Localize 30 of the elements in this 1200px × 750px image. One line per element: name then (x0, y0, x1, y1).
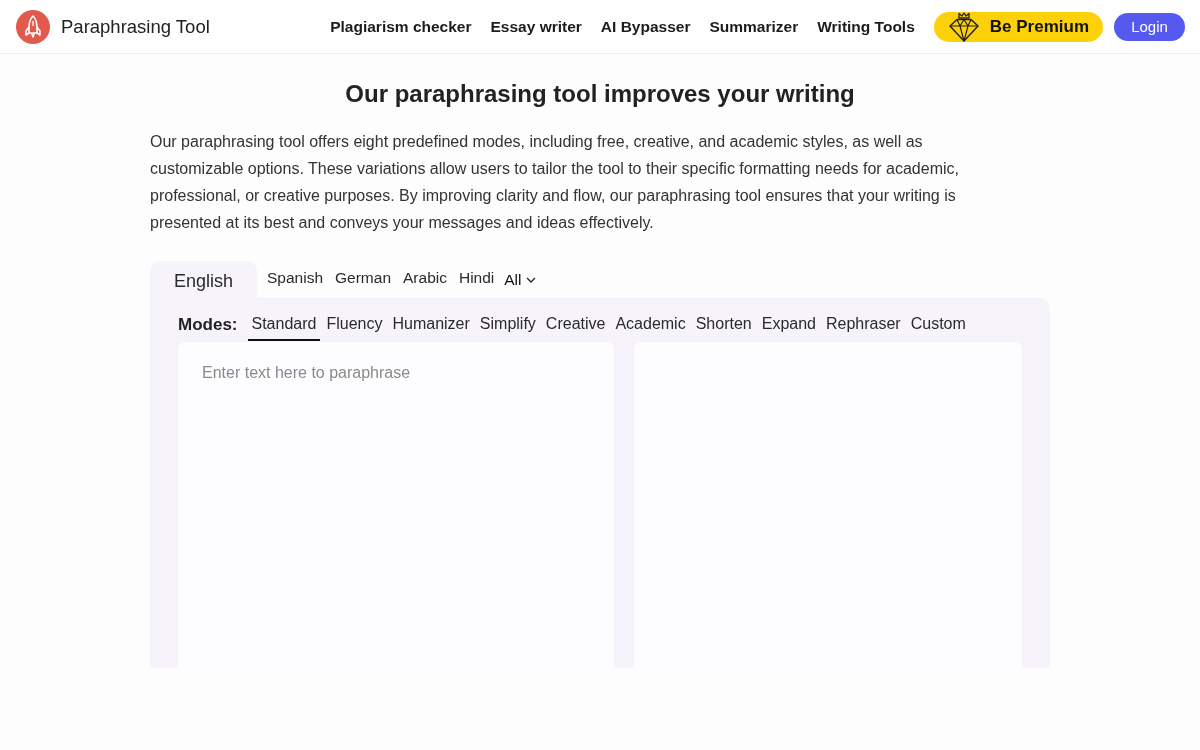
nav-link[interactable]: Writing Tools (817, 17, 915, 36)
mode-tab[interactable]: Shorten (691, 308, 756, 341)
nav-link[interactable]: Essay writer (490, 17, 582, 36)
nav-link[interactable]: Summarizer (709, 17, 799, 36)
page-heading: Our paraphrasing tool improves your writing (344, 79, 856, 109)
description-paragraph: Our paraphrasing tool offers eight predefined modes, including free, creative, and academic styles, as well as customizable options. These variations allow users to tailor the tool to their specific formatting needs for academic, professional, or creative purposes. By improving clarity and flow, our paraphrasing tool ensures that your writing is presented at its best and conveys your messages and ideas effectively. (150, 132, 960, 233)
mode-tab[interactable]: Creative (541, 308, 610, 341)
nav-link[interactable]: AI Bypasser (600, 17, 691, 36)
mode-tab[interactable]: Humanizer (388, 308, 474, 341)
mode-tab[interactable]: Simplify (475, 308, 540, 341)
mode-tab[interactable]: Academic (611, 308, 690, 341)
login-button[interactable]: Login (1114, 12, 1185, 41)
mode-tab[interactable]: Expand (757, 308, 820, 341)
language-tab[interactable]: German (329, 261, 397, 295)
chevron-down-icon (525, 277, 536, 283)
language-tab[interactable]: Spanish (261, 261, 329, 295)
diamond-crown-icon (947, 11, 980, 42)
language-dropdown[interactable]: All (500, 263, 540, 297)
language-tab[interactable]: Arabic (397, 261, 453, 295)
language-tab[interactable]: Hindi (452, 261, 501, 295)
mode-tab[interactable]: Rephraser (822, 308, 905, 341)
input-text-area[interactable]: Enter text here to paraphrase (178, 342, 614, 668)
mode-tab[interactable]: Custom (906, 308, 970, 341)
modes-label: Modes: (178, 314, 238, 335)
language-tab[interactable]: English (150, 261, 257, 298)
site-name[interactable]: Paraphrasing Tool (61, 15, 210, 38)
mode-tab[interactable]: Fluency (322, 308, 387, 341)
rocket-logo-icon[interactable] (16, 9, 50, 44)
nav-link[interactable]: Plagiarism checker (330, 17, 472, 36)
premium-button[interactable]: Be Premium (933, 11, 1103, 42)
